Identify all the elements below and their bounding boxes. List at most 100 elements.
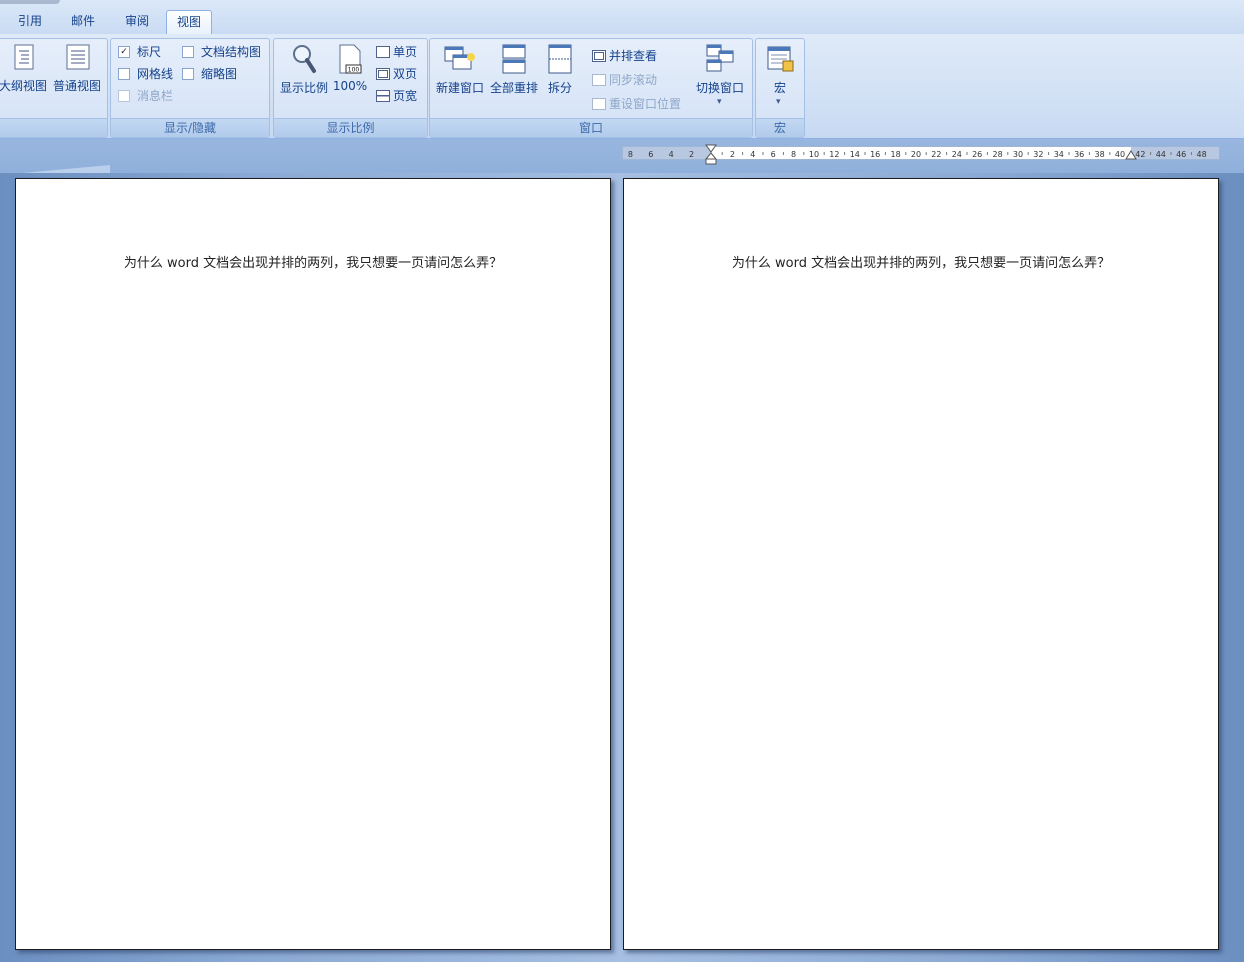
- ruler-label-right: 32: [1033, 150, 1043, 159]
- reset-position-icon: [592, 97, 606, 110]
- ruler-label-right: 12: [829, 150, 839, 159]
- message-bar-label: 消息栏: [137, 89, 174, 103]
- message-bar-checkbox[interactable]: 消息栏: [118, 87, 173, 104]
- ruler-label-left: 4: [669, 150, 674, 159]
- synchronous-scrolling-button[interactable]: 同步滚动: [592, 71, 657, 88]
- zoom-100-button[interactable]: 100 100%: [332, 43, 368, 93]
- side-by-side-icon: [592, 49, 606, 62]
- page-100-icon: 100: [339, 44, 362, 74]
- split-button[interactable]: 拆分: [542, 43, 578, 96]
- switch-windows-dropdown-icon[interactable]: ▾: [717, 97, 722, 107]
- ruler-label-right: 40: [1115, 150, 1125, 159]
- one-page-button[interactable]: 单页: [376, 43, 417, 60]
- arrange-all-label: 全部重排: [489, 81, 538, 95]
- draft-view-icon: [66, 44, 90, 70]
- view-side-by-side-button[interactable]: 并排查看: [592, 47, 657, 64]
- ruler-label-left: 2: [689, 150, 694, 159]
- tab-view[interactable]: 视图: [166, 10, 212, 35]
- ruler-label-right: 30: [1013, 150, 1023, 159]
- sync-scroll-label: 同步滚动: [609, 73, 658, 87]
- arrange-all-button[interactable]: 全部重排: [488, 43, 540, 96]
- ruler-label-right: 28: [993, 150, 1003, 159]
- page-1-text: 为什么 word 文档会出现并排的两列，我只想要一页请问怎么弄？: [123, 256, 503, 271]
- ruler-check-icon: ✓: [118, 45, 130, 58]
- one-page-label: 单页: [393, 45, 418, 59]
- svg-text:100: 100: [348, 67, 360, 74]
- macros-button[interactable]: 宏: [758, 43, 802, 96]
- macros-icon: [767, 46, 794, 72]
- first-line-indent-marker-icon[interactable]: [704, 143, 718, 165]
- office-button-edge[interactable]: [0, 0, 60, 4]
- macros-dropdown-icon[interactable]: ▾: [776, 97, 781, 107]
- gridlines-check-icon: [118, 67, 130, 80]
- two-pages-label: 双页: [393, 67, 418, 81]
- gridlines-checkbox[interactable]: 网格线: [118, 65, 173, 82]
- document-map-check-icon: [182, 45, 194, 58]
- tab-references[interactable]: 引用: [8, 10, 52, 33]
- two-pages-icon: [376, 67, 390, 80]
- ruler-label-right: 46: [1176, 150, 1186, 159]
- side-by-side-label: 并排查看: [609, 49, 658, 63]
- ruler-label-right: 8: [791, 150, 796, 159]
- outline-view-button[interactable]: 大纲视图: [0, 43, 47, 94]
- tab-mailings[interactable]: 邮件: [60, 10, 106, 33]
- thumbnails-label: 缩略图: [201, 67, 238, 81]
- group-window: 新建窗口 全部重排 拆分 并排查看 同步滚动 重设窗口位置 切换窗口 ▾ 窗口: [429, 38, 753, 138]
- zoom-100-label: 100%: [332, 79, 368, 93]
- macros-label: 宏: [773, 81, 786, 95]
- message-bar-check-icon: [118, 89, 130, 102]
- split-icon: [548, 44, 572, 74]
- ruler-label-right: 16: [870, 150, 880, 159]
- ribbon-tab-bar: 引用 邮件 审阅 视图: [0, 0, 1244, 35]
- new-window-icon: [444, 46, 475, 70]
- group-document-views-label: [0, 118, 107, 137]
- group-window-label: 窗口: [430, 118, 752, 137]
- group-zoom-label: 显示比例: [274, 118, 427, 137]
- reset-position-label: 重设窗口位置: [609, 97, 682, 111]
- page-width-icon: [376, 89, 390, 102]
- two-pages-button[interactable]: 双页: [376, 65, 417, 82]
- one-page-icon: [376, 45, 390, 58]
- zoom-button[interactable]: 显示比例: [278, 43, 330, 96]
- ruler-label-right: 4: [750, 150, 755, 159]
- ruler-label-right: 48: [1197, 150, 1207, 159]
- new-window-button[interactable]: 新建窗口: [433, 43, 487, 96]
- page-2[interactable]: 为什么 word 文档会出现并排的两列，我只想要一页请问怎么弄？: [623, 178, 1219, 950]
- group-macros: 宏 ▾ 宏: [755, 38, 805, 138]
- ruler-label-right: 36: [1074, 150, 1084, 159]
- group-show-hide: ✓ 标尺 网格线 消息栏 文档结构图 缩略图 显示/隐藏: [110, 38, 270, 138]
- arrange-all-icon: [502, 44, 526, 74]
- draft-view-button[interactable]: 普通视图: [51, 43, 103, 94]
- tab-review[interactable]: 审阅: [114, 10, 160, 33]
- gridlines-label: 网格线: [137, 67, 174, 81]
- document-map-checkbox[interactable]: 文档结构图: [182, 43, 261, 60]
- ruler-label: 标尺: [137, 45, 162, 59]
- ruler-checkbox[interactable]: ✓ 标尺: [118, 43, 161, 60]
- group-macros-label: 宏: [756, 118, 804, 137]
- outline-view-icon: [14, 44, 34, 70]
- page-1[interactable]: 为什么 word 文档会出现并排的两列，我只想要一页请问怎么弄？: [15, 178, 611, 950]
- reset-window-position-button[interactable]: 重设窗口位置: [592, 95, 681, 112]
- magnifier-icon: [293, 45, 316, 73]
- thumbnails-checkbox[interactable]: 缩略图: [182, 65, 237, 82]
- outline-view-label: 大纲视图: [0, 79, 48, 93]
- thumbnails-check-icon: [182, 67, 194, 80]
- group-document-views: 大纲视图 普通视图: [0, 38, 108, 138]
- ruler-label-left: 6: [648, 150, 653, 159]
- document-area: 为什么 word 文档会出现并排的两列，我只想要一页请问怎么弄？ 为什么 wor…: [0, 173, 1244, 962]
- ruler-label-right: 20: [911, 150, 921, 159]
- right-indent-marker-icon[interactable]: [1125, 149, 1137, 161]
- group-show-hide-label: 显示/隐藏: [111, 118, 269, 137]
- ruler-label-right: 24: [952, 150, 962, 159]
- sync-scroll-icon: [592, 73, 606, 86]
- ruler-label-left: 8: [628, 150, 633, 159]
- page-width-button[interactable]: 页宽: [376, 87, 417, 104]
- ruler-label-right: 10: [809, 150, 819, 159]
- ruler-band: 8 6 4 2 2 4 6 8 10 12 14 16 18 20 22 24 26 28 30 32 34 36 38 40…: [0, 139, 1244, 175]
- switch-windows-label: 切换窗口: [695, 81, 744, 95]
- zoom-label: 显示比例: [279, 81, 328, 95]
- document-map-label: 文档结构图: [201, 45, 262, 59]
- ribbon: 大纲视图 普通视图 ✓ 标尺 网格线 消息栏 文档结构图 缩略图 显示/隐藏 显…: [0, 34, 1244, 139]
- group-zoom: 显示比例 100 100% 单页 双页 页宽 显示比例: [273, 38, 428, 138]
- switch-windows-button[interactable]: 切换窗口: [694, 43, 746, 96]
